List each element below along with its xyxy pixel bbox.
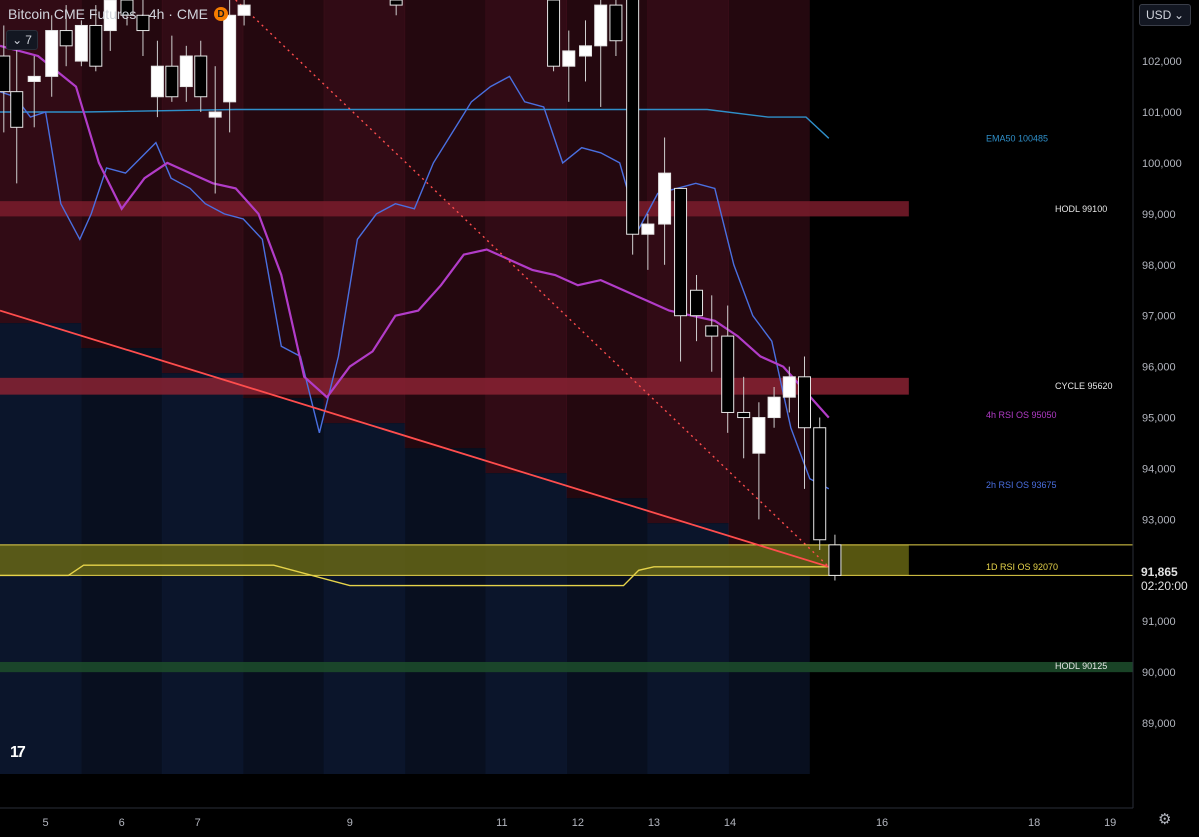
y-tick-label: 89,000 xyxy=(1142,718,1176,730)
y-tick-label: 96,000 xyxy=(1142,362,1176,374)
y-tick-label: 94,000 xyxy=(1142,463,1176,475)
y-tick-label: 90,000 xyxy=(1142,667,1176,679)
candle xyxy=(782,376,796,398)
level-label: 2h RSI OS 93675 xyxy=(986,480,1057,490)
x-tick-label: 7 xyxy=(195,817,201,829)
candle xyxy=(609,4,623,42)
candle xyxy=(626,0,640,235)
candle xyxy=(721,335,735,413)
x-tick-label: 12 xyxy=(572,817,584,829)
candle xyxy=(813,427,827,541)
level-label: 1D RSI OS 92070 xyxy=(986,562,1058,572)
price-axis: 89,00090,00091,00092,00093,00094,00095,0… xyxy=(1132,0,1199,832)
candle xyxy=(194,55,208,98)
band-blue xyxy=(728,548,810,774)
chart-canvas[interactable]: EMA50 100485 HODL 99100 CYCLE 95620 4h RSI … xyxy=(0,0,1199,832)
x-tick-label: 5 xyxy=(43,817,49,829)
candle xyxy=(562,50,576,67)
level-label: CYCLE 95620 xyxy=(1055,381,1113,391)
currency-label: USD xyxy=(1146,8,1172,22)
y-tick-label: 97,000 xyxy=(1142,311,1176,323)
hodl-top-zone xyxy=(0,201,909,217)
x-tick-label: 6 xyxy=(119,817,125,829)
candle xyxy=(389,0,403,6)
candle xyxy=(767,396,781,419)
candle xyxy=(179,55,193,88)
chart-header: Bitcoin CME Futures · 4h · CME D xyxy=(8,6,228,22)
x-tick-label: 14 xyxy=(724,817,736,829)
band-red xyxy=(485,0,567,474)
y-tick-label: 102,000 xyxy=(1142,56,1182,68)
y-tick-label: 99,000 xyxy=(1142,209,1176,221)
y-tick-label: 93,000 xyxy=(1142,514,1176,526)
gear-icon[interactable]: ⚙ xyxy=(1158,810,1171,828)
candle xyxy=(27,75,41,82)
candle xyxy=(705,325,719,337)
currency-dropdown[interactable]: USD ⌄ xyxy=(1139,4,1191,26)
candle xyxy=(579,45,593,57)
candle xyxy=(674,187,688,317)
y-tick-label: 101,000 xyxy=(1142,107,1182,119)
x-tick-label: 18 xyxy=(1028,817,1040,829)
x-tick-label: 13 xyxy=(648,817,660,829)
candle xyxy=(237,4,251,16)
level-label: HODL 90125 xyxy=(1055,661,1107,671)
x-tick-label: 16 xyxy=(876,817,888,829)
indicator-count: 7 xyxy=(25,33,32,47)
candle xyxy=(641,223,655,235)
band-blue xyxy=(566,498,648,774)
candle xyxy=(59,30,73,47)
candle xyxy=(89,24,103,67)
candle xyxy=(45,30,59,77)
candle xyxy=(690,289,704,317)
symbol-title[interactable]: Bitcoin CME Futures · 4h · CME xyxy=(8,6,208,22)
x-tick-label: 19 xyxy=(1104,817,1116,829)
candle xyxy=(798,376,812,429)
candle xyxy=(737,411,751,419)
band-red xyxy=(242,0,325,399)
y-tick-label: 100,000 xyxy=(1142,158,1182,170)
cycle-zone xyxy=(0,377,909,395)
delayed-data-badge[interactable]: D xyxy=(213,7,228,21)
level-label: HODL 99100 xyxy=(1055,204,1107,214)
bar-countdown: 02:20:00 xyxy=(1141,579,1188,593)
x-tick-label: 11 xyxy=(496,817,507,829)
y-tick-label: 91,000 xyxy=(1142,616,1176,628)
candle xyxy=(165,65,179,98)
last-price-tag: 91,865 02:20:00 xyxy=(1141,565,1188,593)
band-blue xyxy=(404,448,487,774)
chart[interactable]: EMA50 100485 HODL 99100 CYCLE 95620 4h RSI … xyxy=(0,0,1199,832)
x-tick-label: 9 xyxy=(347,817,353,829)
candle xyxy=(74,24,88,62)
band-red xyxy=(647,0,729,524)
hodl-90125-zone xyxy=(0,661,1133,673)
y-tick-label: 98,000 xyxy=(1142,260,1176,272)
time-axis: 5 6 7 9 11 12 13 14 16 18 19 xyxy=(0,807,1133,832)
candle xyxy=(0,55,11,93)
band-blue xyxy=(323,423,406,774)
band-blue xyxy=(485,473,567,774)
indicator-collapse-button[interactable]: ⌄ 7 xyxy=(6,30,38,50)
band-blue xyxy=(242,398,325,774)
chevron-down-icon: ⌄ xyxy=(1173,8,1184,22)
candle xyxy=(547,0,561,67)
level-label: 4h RSI OS 95050 xyxy=(986,410,1057,420)
candle xyxy=(10,91,24,128)
level-label: EMA50 100485 xyxy=(986,133,1048,143)
candle xyxy=(208,111,222,118)
last-price: 91,865 xyxy=(1141,565,1178,579)
candle xyxy=(658,172,672,225)
candle xyxy=(828,544,842,576)
time-axis-bg xyxy=(0,808,1133,832)
candle xyxy=(594,4,608,47)
candle xyxy=(752,417,766,454)
candle xyxy=(223,14,237,103)
tradingview-logo-icon[interactable]: 17 xyxy=(10,744,26,762)
chevron-down-icon: ⌄ xyxy=(12,33,23,47)
y-tick-label: 95,000 xyxy=(1142,413,1176,425)
candle xyxy=(150,65,164,98)
band-red xyxy=(728,0,810,549)
